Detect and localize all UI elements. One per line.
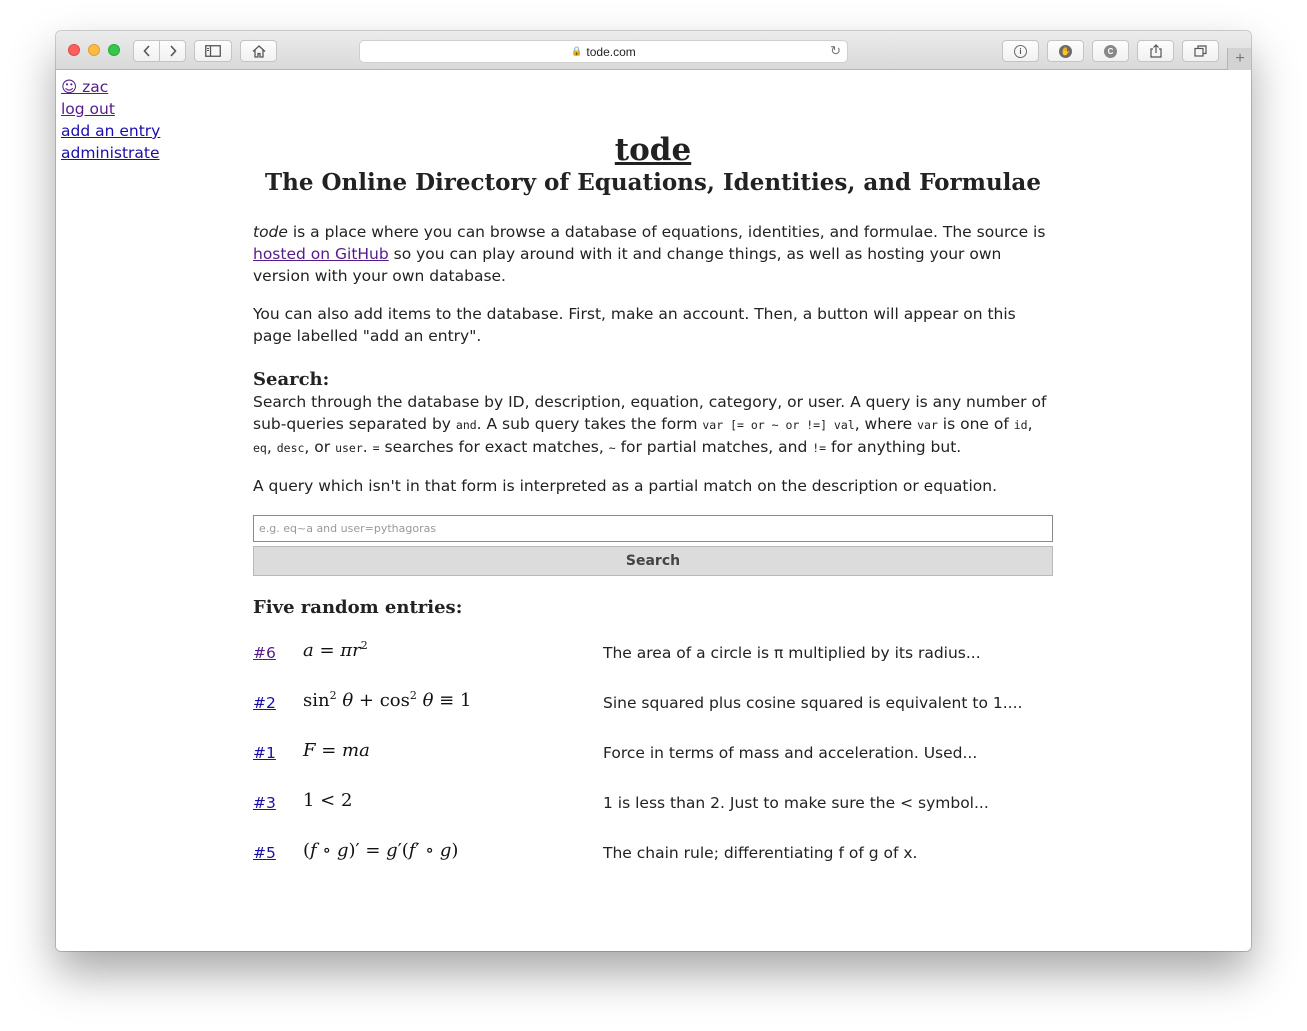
intro-paragraph: tode is a place where you can browse a d… [253, 223, 1046, 285]
entry-equation: F = ma [303, 740, 370, 761]
list-item: #1 F = ma Force in terms of mass and acc… [253, 734, 1053, 784]
back-icon [142, 45, 150, 57]
list-item: #6 a = πr2 The area of a circle is π mul… [253, 634, 1053, 684]
logout-link[interactable]: log out [61, 98, 160, 120]
address-bar[interactable]: 🔒 tode.com ↻ [359, 40, 848, 63]
back-button[interactable] [134, 41, 159, 61]
tabs-icon [1194, 45, 1207, 57]
entry-description: Sine squared plus cosine squared is equi… [603, 694, 1023, 712]
share-icon [1149, 44, 1162, 58]
browser-window: 🔒 tode.com ↻ i ✋ C + ☺ zac log out add a… [56, 31, 1251, 951]
forward-icon [169, 45, 177, 57]
entry-link[interactable]: #5 [253, 844, 276, 862]
reload-icon[interactable]: ↻ [830, 43, 841, 59]
add-entry-link[interactable]: add an entry [61, 120, 160, 142]
sidebar-icon [205, 45, 221, 57]
entry-link[interactable]: #2 [253, 694, 276, 712]
lock-icon: 🔒 [571, 46, 583, 56]
user-link[interactable]: ☺ zac [61, 76, 160, 98]
search-placeholder: e.g. eq~a and user=pythagoras [259, 522, 437, 535]
account-paragraph: You can also add items to the database. … [253, 305, 1016, 345]
forward-button[interactable] [159, 41, 185, 61]
entry-link[interactable]: #1 [253, 744, 276, 762]
back-forward-group [133, 40, 186, 62]
info-button[interactable]: i [1002, 40, 1039, 62]
entry-description: The chain rule; differentiating f of g o… [603, 844, 918, 862]
list-item: #2 sin2 θ + cos2 θ ≡ 1 Sine squared plus… [253, 684, 1053, 734]
entry-equation: (f ∘ g)′ = g′(f′ ∘ g) [303, 840, 459, 861]
new-tab-button[interactable]: + [1227, 48, 1251, 70]
show-tabs-button[interactable] [1182, 40, 1219, 62]
share-button[interactable] [1137, 40, 1174, 62]
search-heading: Search: [253, 369, 330, 390]
entry-equation: sin2 θ + cos2 θ ≡ 1 [303, 689, 472, 711]
entry-equation: a = πr2 [303, 639, 368, 661]
entry-link[interactable]: #3 [253, 794, 276, 812]
entry-description: 1 is less than 2. Just to make sure the … [603, 794, 989, 812]
entry-description: Force in terms of mass and acceleration.… [603, 744, 978, 762]
random-entries-list: #6 a = πr2 The area of a circle is π mul… [253, 634, 1053, 884]
github-link[interactable]: hosted on GitHub [253, 245, 389, 263]
c-icon: C [1104, 44, 1117, 58]
intro-em: tode [253, 223, 288, 241]
minimize-window-button[interactable] [88, 44, 100, 56]
site-subtitle: The Online Directory of Equations, Ident… [265, 169, 1041, 196]
entry-equation: 1 < 2 [303, 790, 353, 811]
random-entries-heading: Five random entries: [253, 597, 463, 618]
main-column: tode The Online Directory of Equations, … [253, 70, 1053, 884]
extension-c-button[interactable]: C [1092, 40, 1129, 62]
home-button[interactable] [240, 40, 277, 62]
administrate-link[interactable]: administrate [61, 142, 160, 164]
close-window-button[interactable] [68, 44, 80, 56]
search-fallback-paragraph: A query which isn't in that form is inte… [253, 477, 997, 495]
sidebar-toggle-button[interactable] [194, 40, 232, 62]
search-button[interactable]: Search [253, 546, 1053, 576]
browser-toolbar: 🔒 tode.com ↻ i ✋ C + [56, 31, 1251, 70]
search-input[interactable]: e.g. eq~a and user=pythagoras [253, 515, 1053, 542]
list-item: #3 1 < 2 1 is less than 2. Just to make … [253, 784, 1053, 834]
privacy-extension-button[interactable]: ✋ [1047, 40, 1084, 62]
home-icon [252, 44, 265, 58]
search-help-paragraph: Search through the database by ID, descr… [253, 393, 1047, 456]
shield-icon: ✋ [1059, 44, 1072, 58]
plus-icon: + [1235, 50, 1245, 67]
maximize-window-button[interactable] [108, 44, 120, 56]
page-content: ☺ zac log out add an entry administrate … [56, 70, 1251, 951]
list-item: #5 (f ∘ g)′ = g′(f′ ∘ g) The chain rule;… [253, 834, 1053, 884]
site-title[interactable]: tode [253, 132, 1053, 168]
user-sidebar: ☺ zac log out add an entry administrate [61, 76, 160, 164]
info-icon: i [1014, 44, 1027, 58]
url-text: tode.com [586, 44, 636, 59]
entry-link[interactable]: #6 [253, 644, 276, 662]
entry-description: The area of a circle is π multiplied by … [603, 644, 981, 662]
